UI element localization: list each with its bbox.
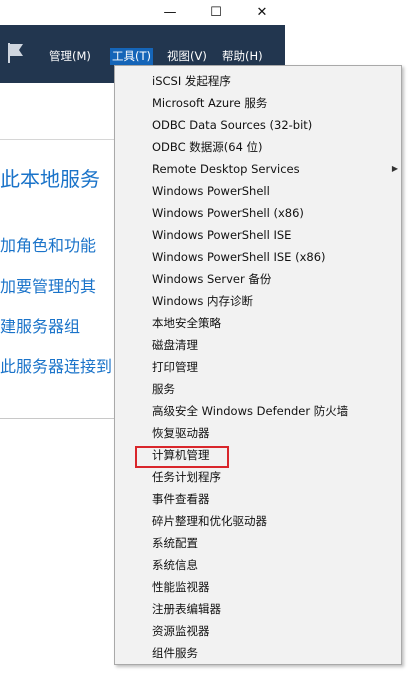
- menu-item-label: 碎片整理和优化驱动器: [152, 514, 267, 528]
- menu-item-23[interactable]: 性能监视器: [115, 576, 401, 598]
- menu-item-label: 计算机管理: [152, 448, 210, 462]
- menu-item-17[interactable]: 计算机管理: [115, 444, 401, 466]
- menu-item-label: 服务: [152, 382, 175, 396]
- menu-item-20[interactable]: 碎片整理和优化驱动器: [115, 510, 401, 532]
- menu-item-label: Windows PowerShell: [152, 184, 270, 198]
- menu-item-11[interactable]: 本地安全策略: [115, 312, 401, 334]
- menu-item-label: 打印管理: [152, 360, 198, 374]
- menu-help[interactable]: 帮助(H): [220, 48, 265, 65]
- maximize-button[interactable]: ☐: [193, 0, 239, 25]
- add-servers-link[interactable]: 加要管理的其: [0, 273, 96, 297]
- menu-item-26[interactable]: 组件服务: [115, 642, 401, 664]
- menu-item-label: 注册表编辑器: [152, 602, 221, 616]
- menu-item-4[interactable]: Remote Desktop Services ▶: [115, 158, 401, 180]
- menu-manage[interactable]: 管理(M): [47, 48, 93, 65]
- menu-item-0[interactable]: iSCSI 发起程序: [115, 70, 401, 92]
- menu-item-label: 系统信息: [152, 558, 198, 572]
- menu-item-label: 资源监视器: [152, 624, 210, 638]
- menu-item-1[interactable]: Microsoft Azure 服务: [115, 92, 401, 114]
- menu-item-5[interactable]: Windows PowerShell: [115, 180, 401, 202]
- menu-item-label: 本地安全策略: [152, 316, 221, 330]
- menu-item-label: ODBC Data Sources (32-bit): [152, 118, 313, 132]
- menu-item-25[interactable]: 资源监视器: [115, 620, 401, 642]
- menu-item-label: 性能监视器: [152, 580, 210, 594]
- minimize-button[interactable]: —: [147, 0, 193, 25]
- menu-item-label: 任务计划程序: [152, 470, 221, 484]
- menu-item-12[interactable]: 磁盘清理: [115, 334, 401, 356]
- menu-item-21[interactable]: 系统配置: [115, 532, 401, 554]
- menu-item-19[interactable]: 事件查看器: [115, 488, 401, 510]
- title-bar: — ☐ ✕: [0, 0, 285, 25]
- menu-item-label: iSCSI 发起程序: [152, 74, 231, 88]
- menu-item-label: Microsoft Azure 服务: [152, 96, 268, 110]
- menu-item-label: 系统配置: [152, 536, 198, 550]
- pane-heading: 此本地服务: [0, 167, 100, 191]
- add-roles-link[interactable]: 加角色和功能: [0, 232, 96, 256]
- minimize-icon: —: [163, 5, 177, 20]
- connect-cloud-link[interactable]: 此服务器连接到: [0, 353, 112, 377]
- notifications-flag-icon[interactable]: [6, 41, 26, 65]
- menu-item-label: Windows 内存诊断: [152, 294, 253, 308]
- menu-item-label: Remote Desktop Services: [152, 162, 300, 176]
- menu-item-label: Windows PowerShell ISE (x86): [152, 250, 326, 264]
- menu-item-6[interactable]: Windows PowerShell (x86): [115, 202, 401, 224]
- menu-item-8[interactable]: Windows PowerShell ISE (x86): [115, 246, 401, 268]
- menu-item-3[interactable]: ODBC 数据源(64 位): [115, 136, 401, 158]
- menu-item-label: Windows PowerShell (x86): [152, 206, 304, 220]
- menu-item-label: Windows Server 备份: [152, 272, 272, 286]
- close-button[interactable]: ✕: [239, 0, 285, 25]
- menu-item-16[interactable]: 恢复驱动器: [115, 422, 401, 444]
- menu-item-10[interactable]: Windows 内存诊断: [115, 290, 401, 312]
- menu-item-13[interactable]: 打印管理: [115, 356, 401, 378]
- menu-item-14[interactable]: 服务: [115, 378, 401, 400]
- maximize-icon: ☐: [210, 5, 222, 20]
- menu-item-7[interactable]: Windows PowerShell ISE: [115, 224, 401, 246]
- tools-dropdown-menu: iSCSI 发起程序 Microsoft Azure 服务 ODBC Data So…: [114, 65, 402, 665]
- submenu-arrow-icon: ▶: [391, 164, 398, 173]
- menu-item-15[interactable]: 高级安全 Windows Defender 防火墙: [115, 400, 401, 422]
- close-icon: ✕: [256, 5, 268, 20]
- menu-item-label: 磁盘清理: [152, 338, 198, 352]
- create-server-group-link[interactable]: 建服务器组: [0, 313, 80, 337]
- menu-item-22[interactable]: 系统信息: [115, 554, 401, 576]
- menu-item-24[interactable]: 注册表编辑器: [115, 598, 401, 620]
- menu-item-label: ODBC 数据源(64 位): [152, 140, 263, 154]
- menu-item-label: 事件查看器: [152, 492, 210, 506]
- menu-item-label: 高级安全 Windows Defender 防火墙: [152, 404, 349, 418]
- menu-item-label: 恢复驱动器: [152, 426, 210, 440]
- menu-tools[interactable]: 工具(T): [110, 48, 153, 65]
- menu-item-18[interactable]: 任务计划程序: [115, 466, 401, 488]
- menu-view[interactable]: 视图(V): [165, 48, 209, 65]
- menu-item-label: Windows PowerShell ISE: [152, 228, 292, 242]
- menu-item-2[interactable]: ODBC Data Sources (32-bit): [115, 114, 401, 136]
- menu-item-label: 组件服务: [152, 646, 198, 660]
- menu-item-9[interactable]: Windows Server 备份: [115, 268, 401, 290]
